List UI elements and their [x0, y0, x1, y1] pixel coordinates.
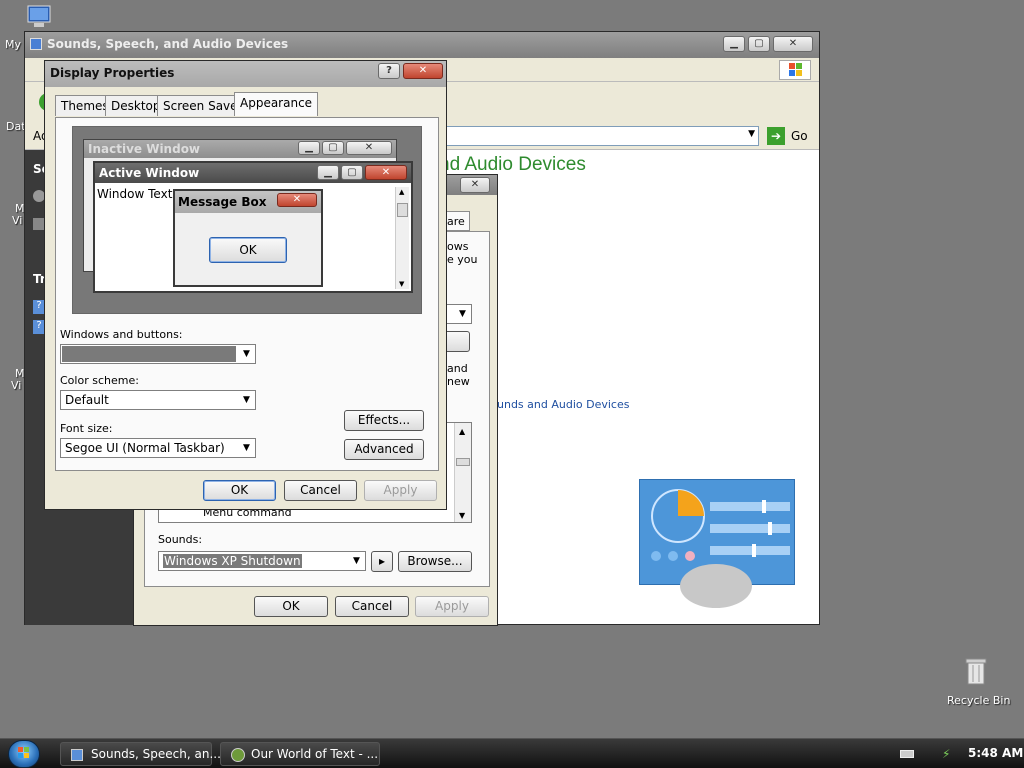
- go-icon[interactable]: ➔: [767, 127, 785, 145]
- sounds-window-icon: [30, 38, 42, 50]
- taskbar-item-our-world-of-text[interactable]: Our World of Text - ...: [220, 742, 380, 766]
- preview-active-title: Active Window: [99, 166, 200, 180]
- display-properties-title: Display Properties: [50, 66, 175, 80]
- preview-inactive-max: ▢: [322, 141, 344, 155]
- display-cancel-button[interactable]: Cancel: [284, 480, 357, 501]
- recycle-bin-icon[interactable]: [962, 656, 990, 689]
- help-button[interactable]: ?: [378, 63, 400, 79]
- close-button[interactable]: ✕: [773, 36, 813, 52]
- sound-text-clip-1: ows: [447, 240, 469, 253]
- sounds-label: Sounds:: [158, 533, 203, 546]
- desktop-clipped-label-1: Dat: [6, 120, 26, 133]
- sound-scheme-button-clip[interactable]: [444, 331, 470, 352]
- sound-properties-tab-clip[interactable]: are: [444, 211, 470, 231]
- font-size-value: Segoe UI (Normal Taskbar): [65, 441, 225, 455]
- font-size-combo[interactable]: Segoe UI (Normal Taskbar) ▼: [60, 438, 256, 458]
- preview-msgbox-title: Message Box: [178, 195, 267, 209]
- my-computer-label: My: [5, 38, 22, 51]
- preview-msgbox-ok: OK: [209, 237, 287, 263]
- preview-scrollbar: ▲ ▼: [395, 187, 409, 289]
- display-properties-dialog: Display Properties ? ✕ Themes Desktop Sc…: [44, 60, 447, 510]
- my-computer-icon[interactable]: [24, 4, 54, 33]
- tab-appearance[interactable]: Appearance: [234, 92, 319, 116]
- browser-task-icon: [231, 748, 245, 762]
- windows-flag-icon: [18, 747, 29, 758]
- windows-buttons-label: Windows and buttons:: [60, 328, 183, 341]
- display-close-button[interactable]: ✕: [403, 63, 443, 79]
- sound-text-clip-4: new: [447, 375, 470, 388]
- network-tray-icon[interactable]: ⚡: [942, 747, 954, 761]
- preview-msgbox-close: ✕: [277, 193, 317, 207]
- minimize-button[interactable]: ▁: [723, 36, 745, 52]
- sounds-combo-value: Windows XP Shutdown: [163, 554, 302, 568]
- browse-button[interactable]: Browse...: [398, 551, 472, 572]
- effects-button[interactable]: Effects...: [344, 410, 424, 431]
- display-ok-button[interactable]: OK: [203, 480, 276, 501]
- go-label[interactable]: Go: [791, 129, 808, 143]
- display-apply-button[interactable]: Apply: [364, 480, 437, 501]
- display-properties-titlebar[interactable]: Display Properties ? ✕: [45, 61, 446, 87]
- taskbar-item-our-world-label: Our World of Text - ...: [251, 747, 379, 761]
- sound-text-clip-3: and: [447, 362, 468, 375]
- desktop-clipped-label-5: Vi: [11, 379, 22, 392]
- play-sound-button[interactable]: ▸: [371, 551, 393, 572]
- taskbar-item-sounds-label: Sounds, Speech, an...: [91, 747, 221, 761]
- preview-window-text: Window Text: [97, 187, 173, 201]
- sound-ok-button[interactable]: OK: [254, 596, 328, 617]
- color-scheme-value: Default: [65, 393, 109, 407]
- taskbar: Sounds, Speech, an... Our World of Text …: [0, 738, 1024, 768]
- preview-active-min: ▁: [317, 165, 339, 180]
- preview-inactive-min: ▁: [298, 141, 320, 155]
- sound-cancel-button[interactable]: Cancel: [335, 596, 409, 617]
- desktop-clipped-label-3: Vi: [12, 214, 23, 227]
- taskbar-item-sounds[interactable]: Sounds, Speech, an...: [60, 742, 221, 766]
- advanced-button[interactable]: Advanced: [344, 439, 424, 460]
- appearance-preview: Inactive Window ▁ ▢ ✕ Active Window ▁ ▢ …: [72, 126, 422, 314]
- sound-text-clip-2: e you: [447, 253, 478, 266]
- keyboard-tray-icon[interactable]: [900, 750, 914, 758]
- sound-settings-illustration: [639, 479, 795, 608]
- program-events-scrollbar[interactable]: ▲ ▼: [454, 423, 471, 522]
- maximize-button[interactable]: ▢: [748, 36, 770, 52]
- sounds-window-titlebar[interactable]: Sounds, Speech, and Audio Devices ▁ ▢ ✕: [25, 32, 819, 58]
- recycle-bin-label: Recycle Bin: [947, 694, 1011, 707]
- sounds-link[interactable]: unds and Audio Devices: [497, 398, 629, 411]
- preview-inactive-close: ✕: [346, 141, 392, 155]
- sound-scheme-combo[interactable]: ▼: [444, 304, 472, 324]
- font-size-label: Font size:: [60, 422, 113, 435]
- sound-properties-close-button[interactable]: ✕: [460, 177, 490, 193]
- sounds-combo[interactable]: Windows XP Shutdown ▼: [158, 551, 366, 571]
- preview-active-max: ▢: [341, 165, 363, 180]
- start-button[interactable]: [8, 740, 40, 768]
- address-input[interactable]: ▼: [425, 126, 759, 146]
- sounds-window-title: Sounds, Speech, and Audio Devices: [47, 37, 289, 51]
- preview-active-close: ✕: [365, 165, 407, 180]
- sound-apply-button[interactable]: Apply: [415, 596, 489, 617]
- taskbar-clock[interactable]: 5:48 AM: [968, 746, 1023, 760]
- windows-buttons-value: [62, 346, 236, 362]
- appearance-panel: Inactive Window ▁ ▢ ✕ Active Window ▁ ▢ …: [55, 117, 439, 471]
- preview-inactive-title: Inactive Window: [88, 142, 201, 156]
- preview-active-window: Active Window ▁ ▢ ✕ Window Text ▲ ▼ Mess…: [93, 161, 413, 293]
- windows-buttons-combo[interactable]: ▼: [60, 344, 256, 364]
- preview-message-box: Message Box ✕ OK: [173, 189, 323, 287]
- windows-logo-icon: [779, 60, 811, 80]
- color-scheme-combo[interactable]: Default ▼: [60, 390, 256, 410]
- color-scheme-label: Color scheme:: [60, 374, 139, 387]
- sounds-task-icon: [71, 749, 83, 761]
- sounds-heading: nd Audio Devices: [439, 154, 586, 175]
- address-dropdown-arrow[interactable]: ▼: [748, 129, 755, 139]
- tab-strip: Themes Desktop Screen Saver Appearance: [55, 92, 435, 119]
